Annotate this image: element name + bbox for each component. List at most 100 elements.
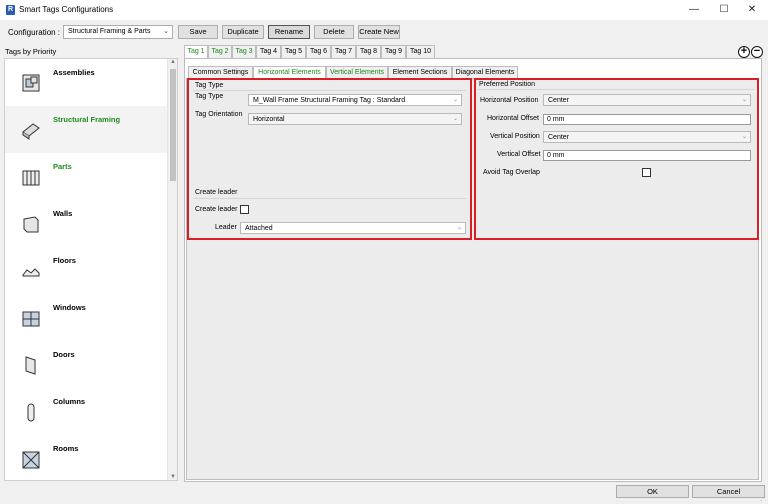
category-item-floors[interactable]: Floors — [5, 247, 167, 294]
vertical-offset-input[interactable]: 0 mm — [543, 150, 751, 161]
chevron-down-icon: ⌄ — [163, 28, 169, 35]
remove-tag-button[interactable]: − — [751, 46, 763, 58]
create-leader-group-title: Create leader — [195, 189, 238, 196]
create-leader-checkbox[interactable] — [240, 205, 249, 214]
leader-label: Leader — [215, 224, 237, 231]
leader-value: Attached — [245, 225, 273, 232]
category-item-rooms[interactable]: Rooms — [5, 435, 167, 480]
vertical-position-label: Vertical Position — [490, 133, 540, 140]
save-button[interactable]: Save — [178, 25, 218, 39]
walls-icon — [23, 216, 39, 233]
scrollbar-thumb[interactable] — [170, 69, 176, 181]
title-bar: R Smart Tags Configurations — ☐ ✕ — [0, 0, 768, 20]
avoid-tag-overlap-label: Avoid Tag Overlap — [483, 169, 540, 176]
doors-icon — [25, 356, 36, 375]
tab-vertical-elements[interactable]: Vertical Elements — [326, 66, 388, 78]
structural-framing-icon — [22, 123, 40, 140]
category-item-doors[interactable]: Doors — [5, 341, 167, 388]
horizontal-position-dropdown[interactable]: Center ⌄ — [543, 94, 751, 106]
configuration-label: Configuration : — [8, 28, 61, 37]
category-item-structural-framing[interactable]: Structural Framing — [5, 106, 167, 153]
group-divider — [193, 90, 466, 91]
columns-icon — [27, 403, 35, 422]
horizontal-position-label: Horizontal Position — [480, 97, 539, 104]
category-label: Walls — [53, 209, 73, 218]
configuration-value: Structural Framing & Parts — [68, 28, 151, 35]
scroll-down-icon[interactable]: ▼ — [168, 474, 177, 480]
tab-diagonal-elements[interactable]: Diagonal Elements — [452, 66, 518, 78]
scroll-up-icon[interactable]: ▲ — [168, 59, 177, 65]
tag-orientation-dropdown[interactable]: Horizontal ⌄ — [248, 113, 462, 125]
ok-button[interactable]: OK — [616, 485, 689, 498]
vertical-position-dropdown[interactable]: Center ⌄ — [543, 131, 751, 143]
window-title: Smart Tags Configurations — [19, 5, 114, 14]
tab-tag-2[interactable]: Tag 2 — [208, 45, 232, 58]
chevron-down-icon: ⌄ — [741, 97, 747, 103]
category-item-assemblies[interactable]: Assemblies — [5, 59, 167, 106]
chevron-down-icon: ⌄ — [452, 97, 458, 103]
chevron-down-icon: ⌄ — [456, 225, 462, 231]
category-label: Assemblies — [53, 68, 95, 77]
tab-tag-9[interactable]: Tag 9 — [381, 45, 406, 58]
tab-tag-5[interactable]: Tag 5 — [281, 45, 306, 58]
tag-orientation-label: Tag Orientation — [195, 111, 243, 118]
horizontal-position-value: Center — [548, 97, 570, 104]
category-item-columns[interactable]: Columns — [5, 388, 167, 435]
revit-app-icon: R — [6, 5, 15, 15]
horizontal-offset-label: Horizontal Offset — [487, 115, 540, 122]
tab-tag-7[interactable]: Tag 7 — [331, 45, 356, 58]
category-list: Assemblies Structural Framing Parts Wall… — [4, 58, 178, 481]
tab-tag-3[interactable]: Tag 3 — [232, 45, 256, 58]
group-divider — [478, 89, 754, 90]
preferred-position-group-title: Preferred Position — [479, 81, 536, 88]
category-label: Rooms — [53, 444, 79, 453]
floors-icon — [22, 268, 40, 277]
minimize-button[interactable]: — — [680, 0, 708, 20]
tab-common-settings[interactable]: Common Settings — [188, 66, 253, 78]
category-scrollbar[interactable]: ▲ ▼ — [167, 59, 177, 480]
cancel-button[interactable]: Cancel — [692, 485, 765, 498]
category-label: Windows — [53, 303, 86, 312]
vertical-offset-label: Vertical Offset — [497, 151, 541, 158]
tab-tag-8[interactable]: Tag 8 — [356, 45, 381, 58]
add-tag-button[interactable]: + — [738, 46, 750, 58]
tab-element-sections[interactable]: Element Sections — [388, 66, 452, 78]
category-item-walls[interactable]: Walls — [5, 200, 167, 247]
config-toolbar: Configuration : Structural Framing & Par… — [0, 21, 768, 43]
category-item-parts[interactable]: Parts — [5, 153, 167, 200]
category-label: Floors — [53, 256, 76, 265]
assemblies-icon — [22, 74, 40, 92]
vertical-position-value: Center — [548, 134, 570, 141]
delete-button[interactable]: Delete — [314, 25, 354, 39]
create-leader-label: Create leader — [195, 206, 238, 213]
tab-tag-4[interactable]: Tag 4 — [256, 45, 281, 58]
parts-icon — [22, 170, 40, 186]
rooms-icon — [22, 451, 40, 469]
avoid-tag-overlap-checkbox[interactable] — [642, 168, 651, 177]
category-label: Columns — [53, 397, 86, 406]
configuration-dropdown[interactable]: Structural Framing & Parts ⌄ — [63, 25, 173, 39]
create-new-button[interactable]: Create New — [358, 25, 400, 39]
duplicate-button[interactable]: Duplicate — [222, 25, 264, 39]
tab-tag-10[interactable]: Tag 10 — [406, 45, 435, 58]
category-label: Doors — [53, 350, 75, 359]
tag-type-group-title: Tag Type — [195, 82, 224, 89]
tag-type-dropdown[interactable]: M_Wall Frame Structural Framing Tag : St… — [248, 94, 462, 106]
category-label: Parts — [53, 162, 72, 171]
horizontal-offset-input[interactable]: 0 mm — [543, 114, 751, 125]
leader-dropdown[interactable]: Attached ⌄ — [240, 222, 466, 234]
tab-tag-1[interactable]: Tag 1 — [184, 45, 208, 59]
tag-type-label: Tag Type — [195, 93, 224, 100]
close-button[interactable]: ✕ — [738, 0, 766, 20]
windows-icon — [22, 311, 40, 327]
tag-orientation-value: Horizontal — [253, 116, 285, 123]
group-divider — [193, 198, 466, 199]
category-item-windows[interactable]: Windows — [5, 294, 167, 341]
maximize-button[interactable]: ☐ — [710, 0, 738, 20]
tab-tag-6[interactable]: Tag 6 — [306, 45, 331, 58]
resize-grip-icon[interactable]: ⋰ — [760, 495, 766, 502]
category-label: Structural Framing — [53, 115, 121, 124]
chevron-down-icon: ⌄ — [452, 116, 458, 122]
rename-button[interactable]: Rename — [268, 25, 310, 39]
tags-by-priority-label: Tags by Priority — [5, 47, 57, 56]
